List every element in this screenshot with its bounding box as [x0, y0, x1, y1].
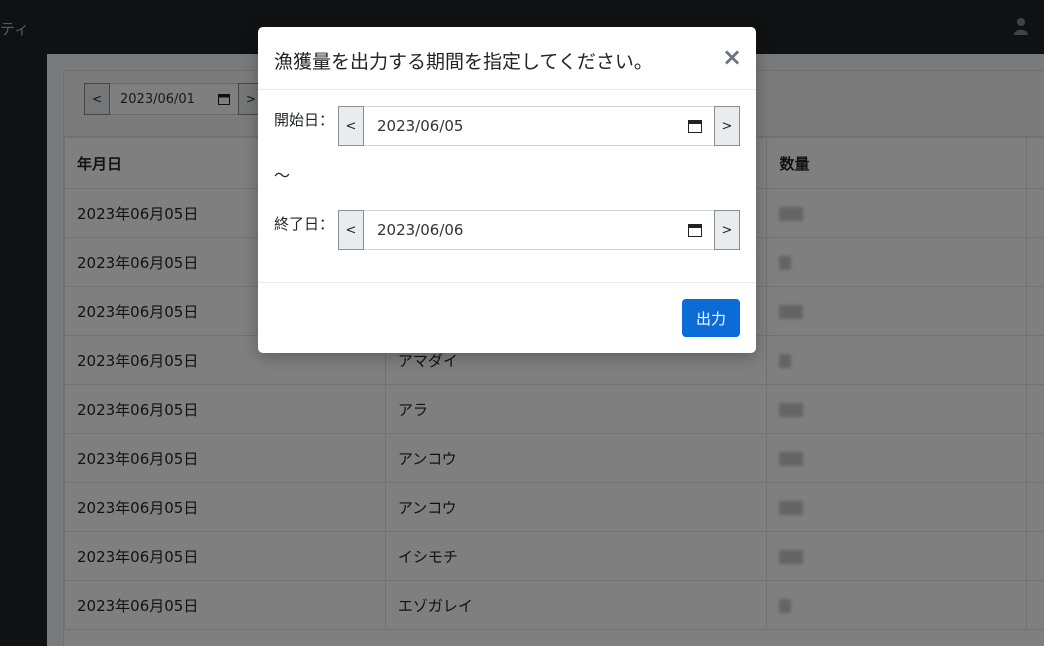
- dialog-footer: 出力: [258, 283, 756, 353]
- dialog-title: 漁獲量を出力する期間を指定してください。: [274, 51, 653, 73]
- export-period-dialog: 漁獲量を出力する期間を指定してください。 × 開始日： < 2023/06/05…: [258, 27, 756, 353]
- close-button[interactable]: ×: [722, 45, 742, 69]
- dialog-body: 開始日： < 2023/06/05 > ～ 終了日： < 2023/06/06 …: [258, 90, 756, 283]
- start-date-group: < 2023/06/05 >: [338, 106, 740, 146]
- start-date-value: 2023/06/05: [377, 117, 464, 135]
- range-separator: ～: [274, 166, 291, 185]
- start-date-input[interactable]: 2023/06/05: [364, 106, 714, 146]
- calendar-icon[interactable]: [688, 223, 702, 237]
- calendar-icon[interactable]: [688, 119, 702, 133]
- start-date-label: 開始日：: [274, 111, 335, 129]
- end-date-group: < 2023/06/06 >: [338, 210, 740, 250]
- end-date-input[interactable]: 2023/06/06: [364, 210, 714, 250]
- end-prev-button[interactable]: <: [338, 210, 364, 250]
- end-date-value: 2023/06/06: [377, 221, 464, 239]
- start-next-button[interactable]: >: [714, 106, 740, 146]
- export-button[interactable]: 出力: [682, 299, 740, 337]
- start-prev-button[interactable]: <: [338, 106, 364, 146]
- dialog-header: 漁獲量を出力する期間を指定してください。 ×: [258, 27, 756, 90]
- end-date-label: 終了日：: [274, 215, 335, 233]
- end-next-button[interactable]: >: [714, 210, 740, 250]
